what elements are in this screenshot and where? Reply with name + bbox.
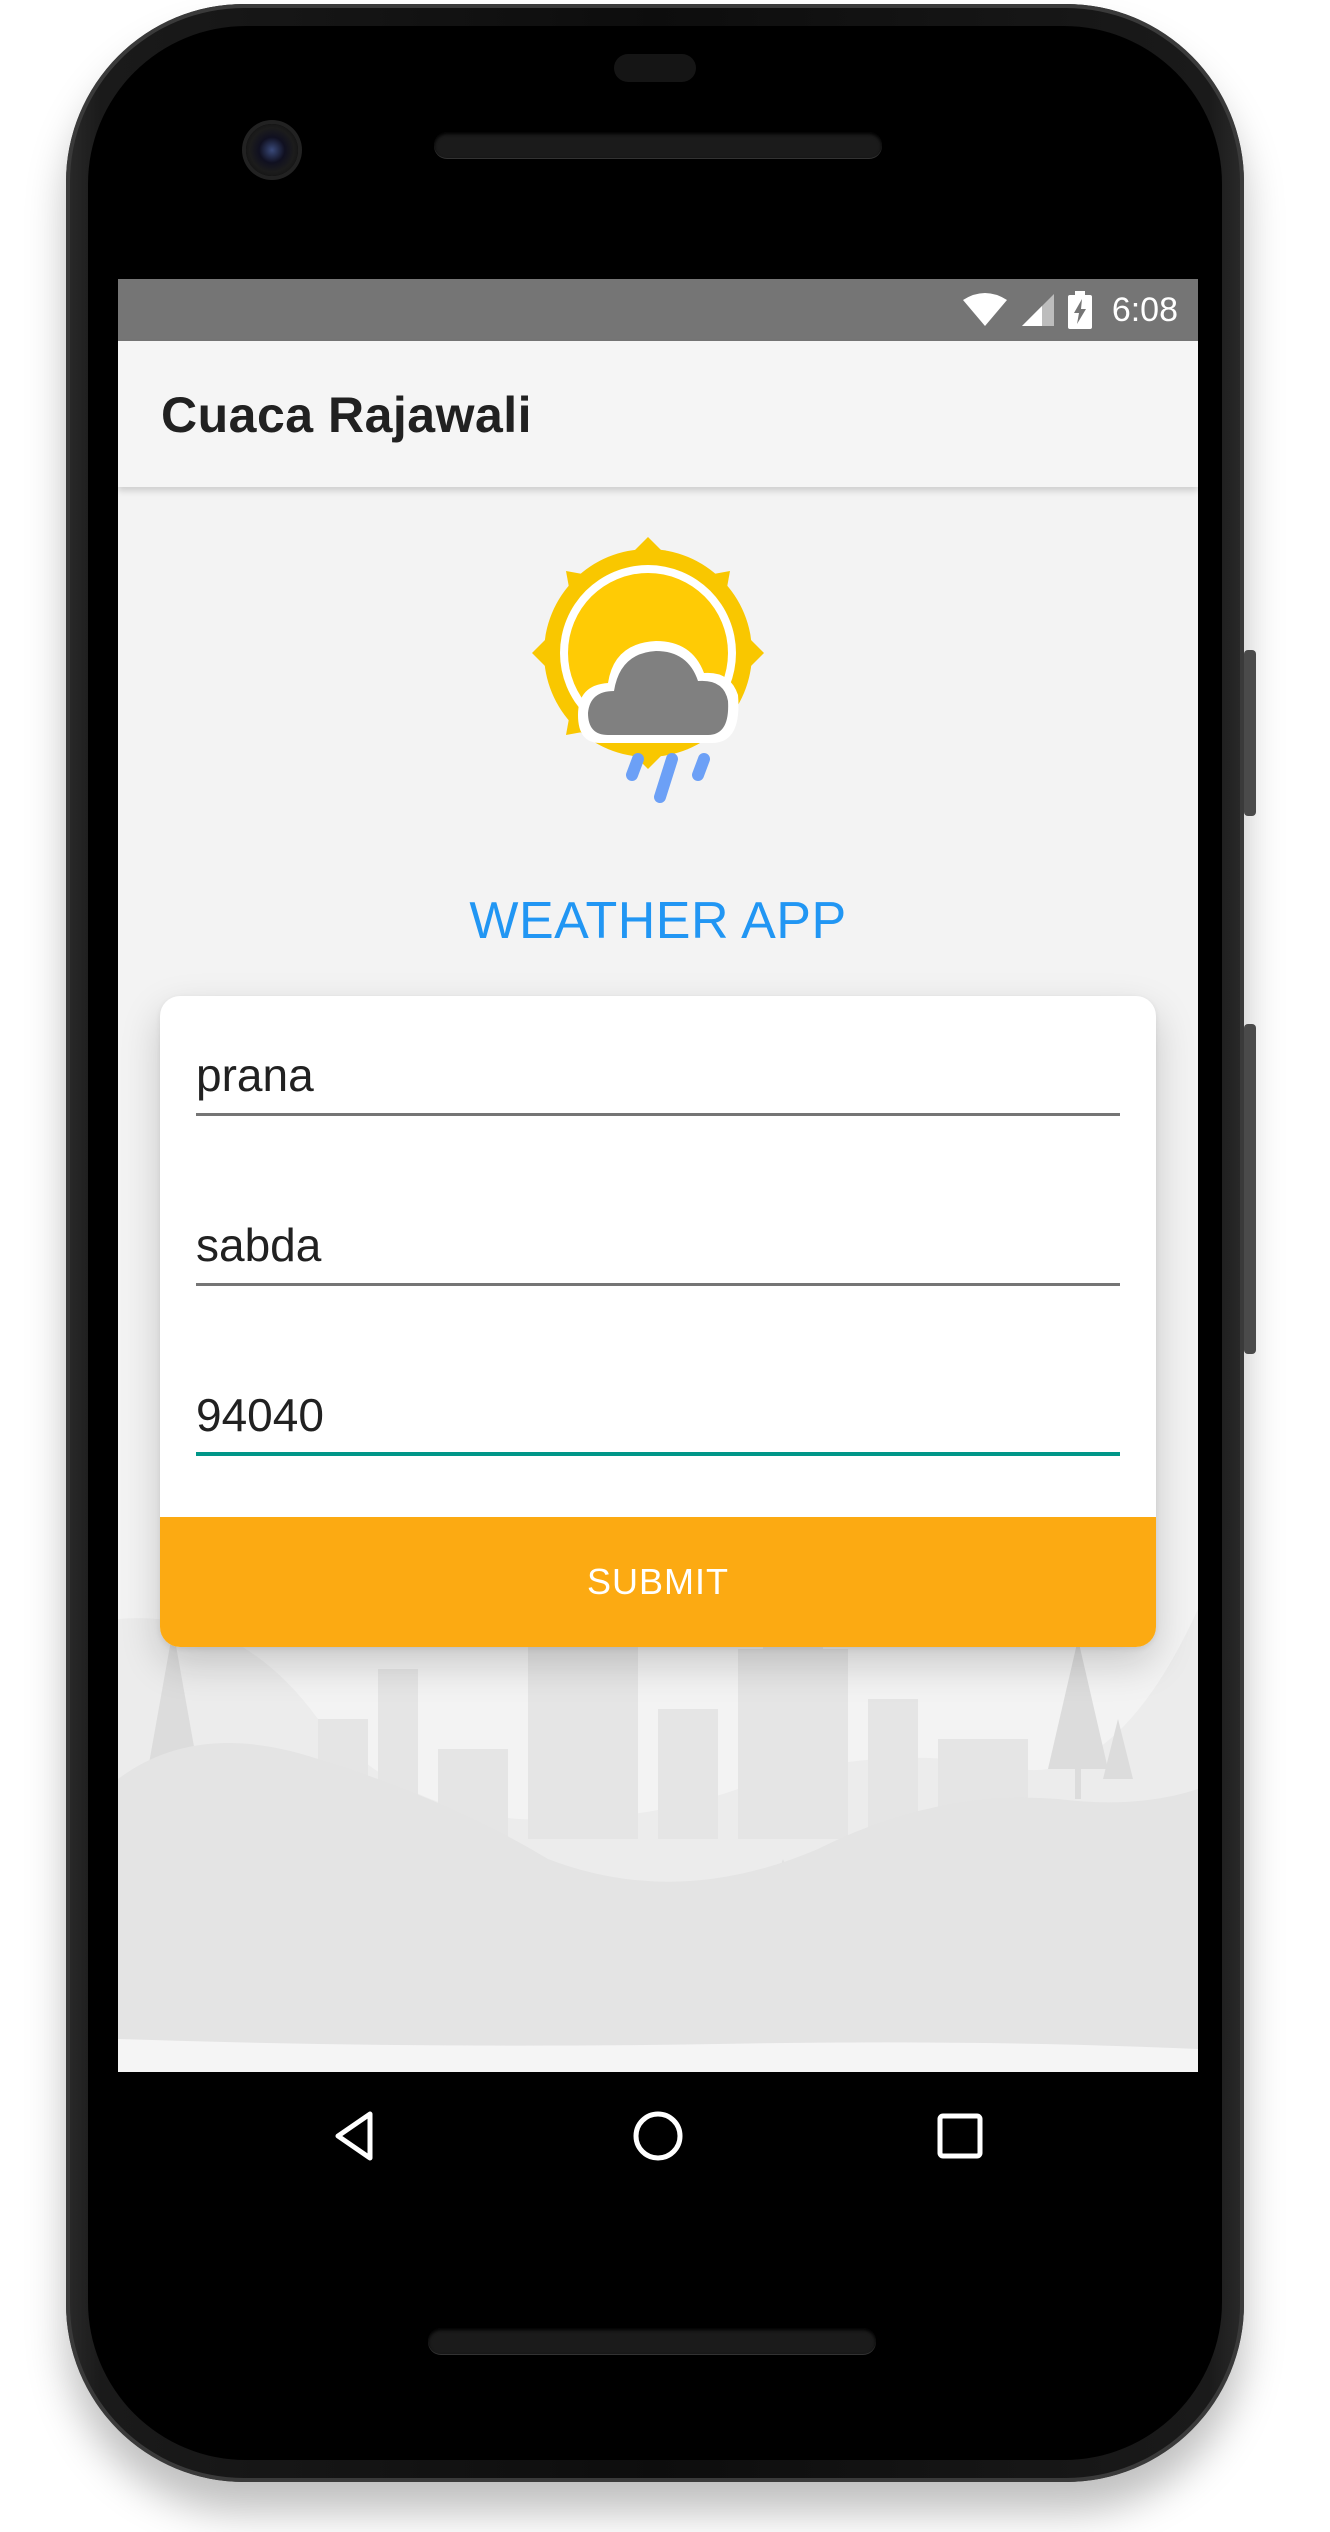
status-time: 6:08 — [1111, 290, 1178, 329]
zip-code-underline-focused — [196, 1452, 1120, 1456]
last-name-input[interactable] — [196, 1218, 1120, 1272]
zip-code-input[interactable] — [196, 1388, 1120, 1442]
first-name-underline — [196, 1113, 1120, 1116]
wifi-icon — [962, 293, 1007, 326]
bottom-speaker — [428, 2328, 876, 2354]
app-title: Cuaca Rajawali — [161, 387, 533, 443]
home-icon[interactable] — [628, 2106, 688, 2166]
power-button — [1244, 1024, 1256, 1354]
battery-charging-icon — [1067, 291, 1092, 329]
app-heading: WEATHER APP — [469, 892, 847, 950]
navigation-bar — [118, 2072, 1198, 2200]
front-camera — [246, 124, 298, 176]
first-name-field[interactable] — [196, 1036, 1120, 1116]
sun-cloud-rain-icon — [532, 537, 764, 803]
status-bar: 6:08 — [118, 279, 1198, 341]
app-bar: Cuaca Rajawali — [118, 341, 1198, 487]
earpiece-speaker — [434, 132, 882, 158]
submit-button[interactable]: SUBMIT — [160, 1517, 1156, 1647]
screen: 6:08 Cuaca Rajawali WEATHER APP prana sa… — [118, 279, 1198, 2072]
last-name-field[interactable] — [196, 1206, 1120, 1286]
signal-icon — [1021, 294, 1054, 326]
last-name-underline — [196, 1283, 1120, 1286]
recents-icon[interactable] — [930, 2106, 990, 2166]
first-name-input[interactable] — [196, 1048, 1120, 1102]
volume-button — [1244, 650, 1256, 816]
back-icon[interactable] — [326, 2106, 386, 2166]
weather-form-card: SUBMIT — [160, 996, 1156, 1647]
proximity-sensor — [614, 54, 696, 82]
zip-code-field[interactable] — [196, 1376, 1120, 1456]
